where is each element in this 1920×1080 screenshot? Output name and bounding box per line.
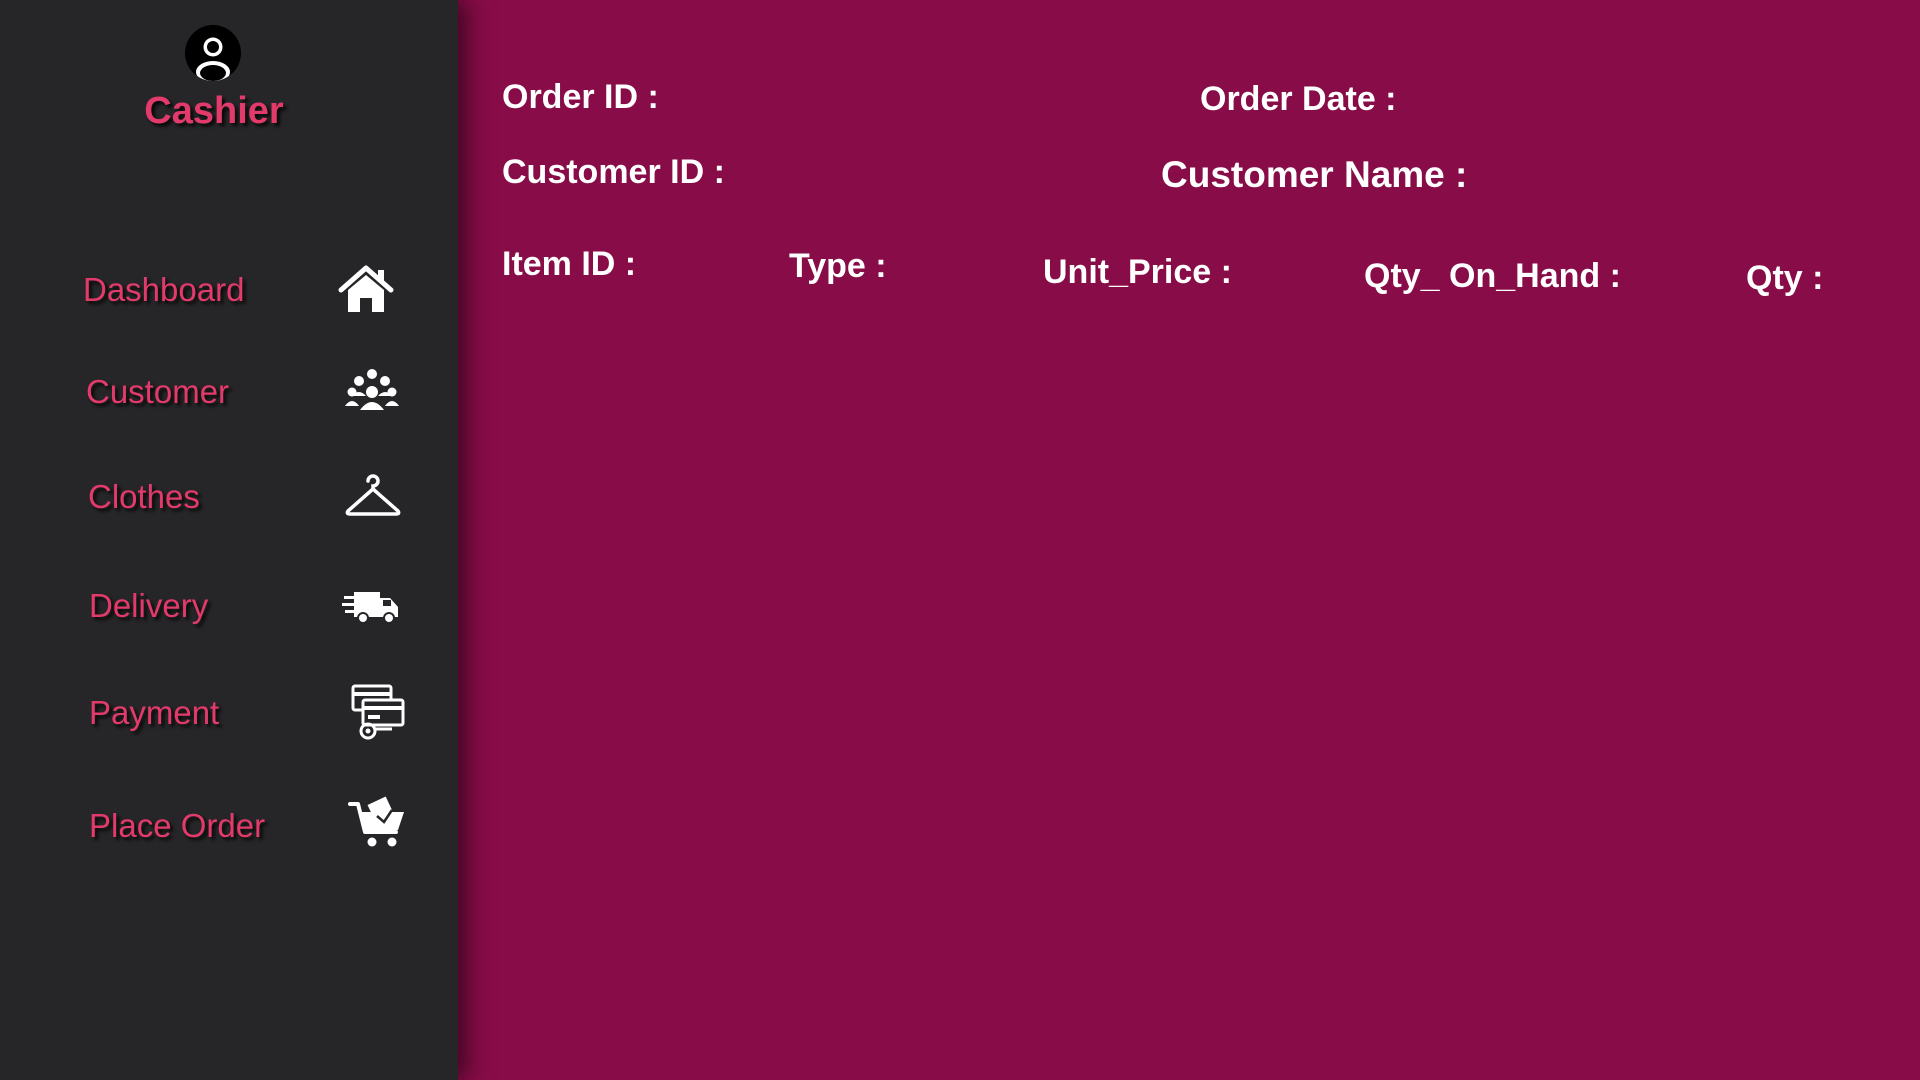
nav-item-dashboard[interactable]: Dashboard — [0, 250, 458, 330]
hanger-icon — [343, 467, 403, 527]
order-id-label: Order ID : — [502, 78, 659, 116]
app-window: Cashier Dashboard Customer Clothes Deliv… — [0, 0, 1920, 1080]
delivery-truck-icon — [342, 576, 402, 636]
nav-label-delivery: Delivery — [89, 587, 209, 624]
nav-label-dashboard: Dashboard — [83, 271, 245, 308]
nav-item-payment[interactable]: Payment — [0, 673, 458, 753]
nav-item-customer[interactable]: Customer — [0, 352, 458, 432]
qty-label: Qty : — [1746, 259, 1824, 297]
sidebar: Cashier Dashboard Customer Clothes Deliv… — [0, 0, 458, 1080]
role-title: Cashier — [144, 90, 284, 132]
item-id-label: Item ID : — [502, 245, 637, 283]
customer-name-label: Customer Name : — [1161, 154, 1468, 195]
qty-on-hand-label: Qty_ On_Hand : — [1364, 257, 1621, 295]
nav-item-clothes[interactable]: Clothes — [0, 457, 458, 537]
nav-label-payment: Payment — [89, 694, 220, 731]
people-group-icon — [342, 362, 402, 422]
nav-item-delivery[interactable]: Delivery — [0, 566, 458, 646]
order-date-label: Order Date : — [1200, 80, 1397, 118]
shopping-cart-icon — [348, 796, 408, 856]
type-label: Type : — [789, 247, 887, 285]
nav-label-customer: Customer — [86, 373, 230, 410]
nav-label-clothes: Clothes — [88, 478, 200, 515]
nav-label-place-order: Place Order — [89, 807, 266, 844]
unit-price-label: Unit_Price : — [1043, 253, 1232, 291]
home-icon — [336, 260, 396, 320]
payment-card-icon — [348, 683, 408, 743]
customer-id-label: Customer ID : — [502, 153, 725, 191]
user-avatar-icon — [185, 25, 241, 81]
nav-item-place-order[interactable]: Place Order — [0, 786, 458, 866]
